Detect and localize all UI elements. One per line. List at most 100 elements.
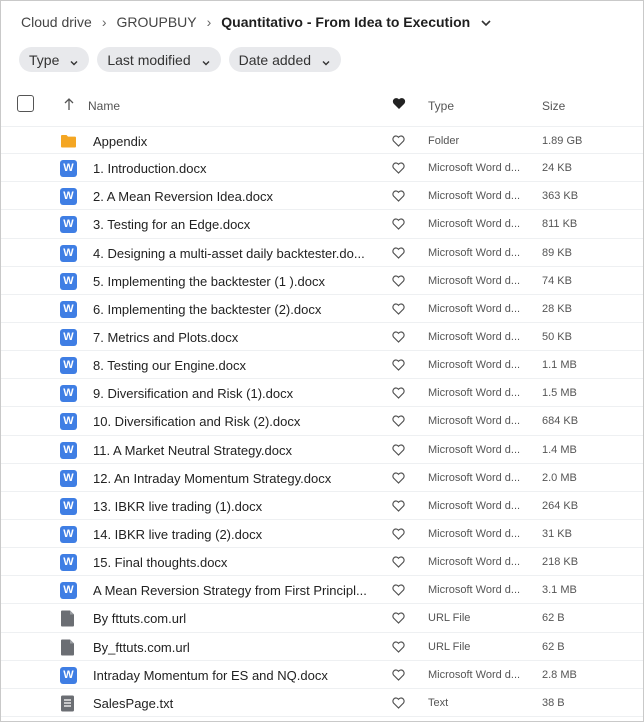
file-name[interactable]: 8. Testing our Engine.docx [93,358,371,373]
favorite-heart-icon[interactable] [392,528,405,540]
file-row[interactable]: W 1. Introduction.docx Microsoft Word d...… [1,154,643,183]
filter-label: Type [29,51,60,68]
file-size: 38 B [542,696,565,709]
file-row[interactable]: W 9. Diversification and Risk (1).docx Mic… [1,379,643,408]
file-type: Microsoft Word d... [428,387,521,400]
file-row[interactable]: SalesPage.txt Text 38 B [1,689,643,717]
file-size: 2.0 MB [542,471,577,484]
file-name[interactable]: Intraday Momentum for ES and NQ.docx [93,668,371,683]
favorite-heart-icon[interactable] [392,190,405,203]
filter-label: Date added [238,51,312,68]
favorite-heart-icon[interactable] [392,669,405,681]
breadcrumb-parent[interactable]: GROUPBUY [117,14,197,30]
file-row[interactable]: By_fttuts.com.url URL File 62 B [1,633,643,661]
word-icon: W [60,525,77,543]
file-row[interactable]: W 6. Implementing the backtester (2).docx… [1,295,643,323]
favorite-heart-icon[interactable] [392,443,405,456]
favorite-heart-icon[interactable] [392,415,405,428]
file-name[interactable]: 4. Designing a multi-asset daily backtes… [93,246,371,261]
word-icon: W [60,666,77,684]
file-row[interactable]: W 12. An Intraday Momentum Strategy.docx M… [1,464,643,492]
favorite-heart-icon[interactable] [392,584,405,597]
word-icon: W [60,413,77,431]
file-type: Microsoft Word d... [428,330,521,343]
favorite-heart-icon[interactable] [392,556,405,568]
favorite-heart-icon[interactable] [392,612,405,625]
file-name[interactable]: SalesPage.txt [93,696,371,711]
file-row[interactable]: W A Mean Reversion Strategy from First Pr… [1,576,643,605]
url-file-icon [60,639,77,656]
file-row[interactable]: W 15. Final thoughts.docx Microsoft Word d… [1,548,643,577]
file-row[interactable]: W 5. Implementing the backtester (1 ).doc… [1,267,643,295]
favorite-heart-icon[interactable] [392,640,405,653]
file-name[interactable]: A Mean Reversion Strategy from First Pri… [93,583,371,598]
file-row[interactable]: W Intraday Momentum for ES and NQ.docx Mic… [1,661,643,689]
file-name[interactable]: 9. Diversification and Risk (1).docx [93,386,371,401]
favorite-heart-icon[interactable] [392,97,406,110]
word-icon: W [60,554,77,572]
favorite-heart-icon[interactable] [392,359,405,371]
favorite-heart-icon[interactable] [392,697,405,709]
word-icon: W [60,216,77,234]
file-row[interactable]: W 14. IBKR live trading (2).docx Microsoft… [1,520,643,549]
favorite-heart-icon[interactable] [392,218,405,231]
file-name[interactable]: 15. Final thoughts.docx [93,555,371,570]
file-name[interactable]: 10. Diversification and Risk (2).docx [93,414,371,429]
file-row[interactable]: W 7. Metrics and Plots.docx Microsoft Word… [1,323,643,352]
breadcrumb-root[interactable]: Cloud drive [21,14,92,30]
column-header-name[interactable]: Name [88,99,120,113]
word-icon: W [60,497,77,515]
file-type: URL File [428,612,471,625]
column-header-type[interactable]: Type [428,99,454,113]
chevron-down-icon [321,55,331,65]
file-row[interactable]: By fttuts.com.url URL File 62 B [1,604,643,633]
file-name[interactable]: 2. A Mean Reversion Idea.docx [93,189,371,204]
filter-date-added[interactable]: Date added [228,47,342,72]
favorite-heart-icon[interactable] [392,500,405,512]
favorite-heart-icon[interactable] [392,247,405,259]
url-file-icon [60,610,77,627]
file-name[interactable]: 14. IBKR live trading (2).docx [93,527,371,542]
file-list: Appendix Folder 1.89 GB W 1. Introduction.do… [1,126,643,717]
sort-ascending-icon[interactable] [63,97,75,111]
file-row[interactable]: W 2. A Mean Reversion Idea.docx Microsoft … [1,182,643,211]
folder-icon [60,133,77,150]
breadcrumb-current[interactable]: Quantitativo - From Idea to Execution [221,14,470,30]
file-type: Microsoft Word d... [428,162,521,175]
file-type: Microsoft Word d... [428,668,521,681]
file-name[interactable]: By fttuts.com.url [93,611,371,626]
file-name[interactable]: 1. Introduction.docx [93,161,371,176]
file-row[interactable]: W 8. Testing our Engine.docx Microsoft Wor… [1,351,643,380]
file-name[interactable]: By_fttuts.com.url [93,640,371,655]
chevron-down-icon [69,55,79,65]
file-row[interactable]: W 10. Diversification and Risk (2).docx Mi… [1,407,643,436]
word-icon: W [60,188,77,206]
file-row[interactable]: W 11. A Market Neutral Strategy.docx Micro… [1,436,643,464]
column-header-size[interactable]: Size [542,99,565,113]
chevron-down-icon[interactable] [480,16,492,28]
file-row[interactable]: W 13. IBKR live trading (1).docx Microsoft… [1,492,643,520]
filter-last-modified[interactable]: Last modified [97,47,221,72]
file-size: 28 KB [542,302,572,315]
favorite-heart-icon[interactable] [392,472,405,484]
file-name[interactable]: 5. Implementing the backtester (1 ).docx [93,274,371,289]
file-name[interactable]: 6. Implementing the backtester (2).docx [93,302,371,317]
file-name[interactable]: Appendix [93,134,371,149]
favorite-heart-icon[interactable] [392,331,405,343]
select-all-checkbox[interactable] [17,95,34,112]
file-row[interactable]: W 3. Testing for an Edge.docx Microsoft Wo… [1,210,643,239]
filter-type[interactable]: Type [19,47,90,72]
file-name[interactable]: 13. IBKR live trading (1).docx [93,499,371,514]
favorite-heart-icon[interactable] [392,135,405,147]
favorite-heart-icon[interactable] [392,387,405,400]
file-name[interactable]: 3. Testing for an Edge.docx [93,217,371,232]
file-name[interactable]: 12. An Intraday Momentum Strategy.docx [93,471,371,486]
favorite-heart-icon[interactable] [392,162,405,174]
file-type: Microsoft Word d... [428,527,521,540]
favorite-heart-icon[interactable] [392,275,405,287]
favorite-heart-icon[interactable] [392,303,405,315]
folder-row[interactable]: Appendix Folder 1.89 GB [1,126,643,155]
file-name[interactable]: 11. A Market Neutral Strategy.docx [93,443,371,458]
file-name[interactable]: 7. Metrics and Plots.docx [93,330,371,345]
file-row[interactable]: W 4. Designing a multi-asset daily backte… [1,239,643,267]
